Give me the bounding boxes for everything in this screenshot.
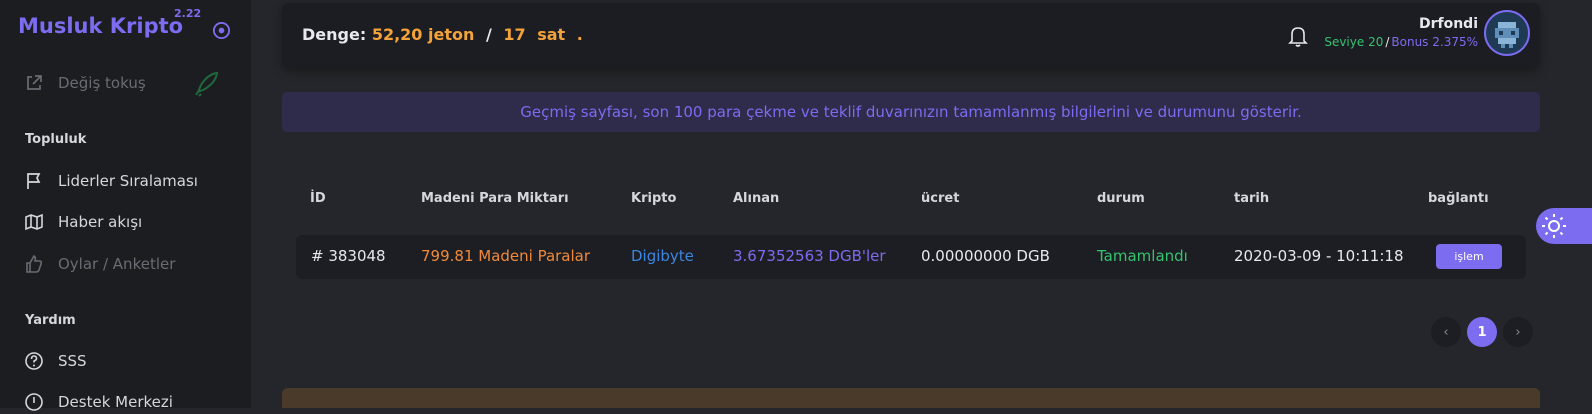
balance-hours: 17 (503, 25, 526, 44)
thumbs-up-icon (26, 254, 43, 273)
user-bonus: Bonus 2.375% (1391, 35, 1478, 49)
sidebar-item-faq[interactable]: SSS (24, 349, 87, 373)
circle-dot-icon[interactable] (212, 21, 231, 40)
user-level: Seviye 20/Bonus 2.375% (1324, 35, 1478, 49)
external-link-icon (27, 75, 42, 90)
pagination-next[interactable]: › (1503, 317, 1533, 347)
flag-icon (27, 173, 41, 189)
column-header-amount: Madeni Para Miktarı (421, 191, 569, 206)
pagination-page-1[interactable]: 1 (1467, 317, 1497, 347)
column-header-fee: ücret (921, 191, 960, 206)
balance-coins: 52,20 jeton (371, 25, 475, 44)
sidebar-item-leaderboard[interactable]: Liderler Sıralaması (24, 169, 198, 193)
avatar[interactable] (1484, 10, 1530, 56)
user-level-value: Seviye 20 (1324, 35, 1384, 49)
balance-hours-unit: sat (537, 25, 566, 44)
sidebar-item-newsfeed[interactable]: Haber akışı (24, 210, 142, 234)
sidebar-item-label: Haber akışı (58, 213, 143, 231)
sidebar: Musluk Kripto 2.22 Değiş tokuş Topluluk … (0, 0, 251, 411)
balance-label: Denge: (302, 25, 367, 44)
sidebar-item-label: Oylar / Anketler (58, 255, 176, 273)
top-bar: Denge: 52,20 jeton / 17 sat . Drfondi Se… (282, 3, 1540, 67)
column-header-link: bağlantı (1428, 191, 1489, 206)
cell-id: # 383048 (311, 247, 386, 265)
bottom-panel-edge (282, 388, 1540, 408)
cell-received: 3.67352563 DGB'ler (733, 247, 886, 265)
sidebar-item-label: Liderler Sıralaması (58, 172, 198, 190)
sidebar-item-support[interactable]: Destek Merkezi (24, 390, 173, 414)
pagination-prev[interactable]: ‹ (1431, 317, 1461, 347)
sidebar-item-label: Destek Merkezi (58, 393, 173, 411)
balance-separator: / (485, 25, 492, 44)
sun-icon (1542, 214, 1566, 238)
version-badge: 2.22 (174, 7, 202, 20)
column-header-crypto: Kripto (631, 191, 677, 206)
cell-status: Tamamlandı (1097, 247, 1188, 265)
column-header-status: durum (1097, 191, 1145, 206)
cell-fee: 0.00000000 DGB (921, 247, 1050, 265)
sidebar-section-community: Topluluk (25, 132, 87, 147)
alert-circle-icon (25, 393, 43, 411)
sidebar-section-help: Yardım (25, 313, 76, 328)
column-header-date: tarih (1234, 191, 1270, 206)
balance: Denge: 52,20 jeton / 17 sat . (302, 25, 583, 44)
rocket-icon (195, 71, 219, 97)
map-icon (25, 213, 43, 231)
cell-crypto[interactable]: Digibyte (631, 247, 694, 265)
transaction-button[interactable]: işlem (1436, 244, 1502, 269)
theme-toggle[interactable] (1536, 208, 1592, 244)
brand-title[interactable]: Musluk Kripto (18, 14, 183, 38)
sidebar-item-polls[interactable]: Oylar / Anketler (24, 252, 175, 276)
balance-dot: . (576, 25, 583, 44)
user-level-separator: / (1385, 35, 1390, 49)
column-header-received: Alınan (733, 191, 780, 206)
sidebar-item-exchange[interactable]: Değiş tokuş (24, 71, 146, 95)
column-header-id: İD (310, 191, 326, 206)
sidebar-item-label: SSS (58, 352, 87, 370)
sidebar-item-label: Değiş tokuş (58, 74, 146, 92)
cell-date: 2020-03-09 - 10:11:18 (1234, 247, 1404, 265)
cell-amount: 799.81 Madeni Paralar (421, 247, 591, 265)
bell-icon[interactable] (1287, 24, 1309, 48)
help-circle-icon (25, 352, 43, 370)
info-banner: Geçmiş sayfası, son 100 para çekme ve te… (282, 92, 1540, 132)
user-name[interactable]: Drfondi (1419, 16, 1478, 32)
